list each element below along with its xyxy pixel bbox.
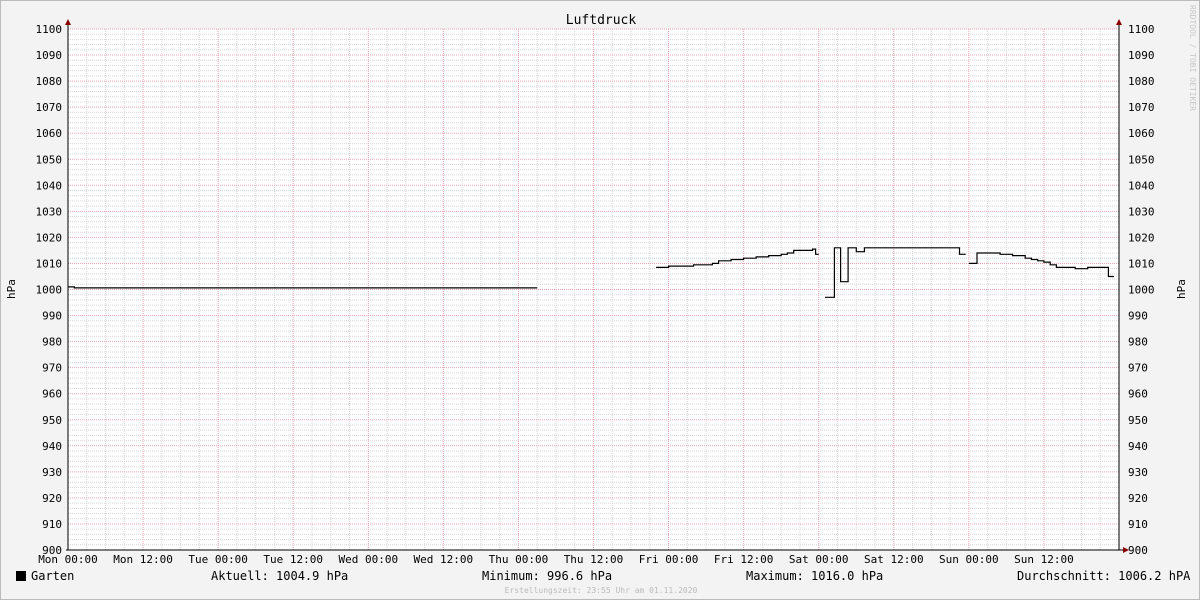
y-tick-label-left: 1020 [36, 231, 63, 244]
y-tick-label-right: 1100 [1128, 23, 1155, 36]
x-tick-label: Wed 12:00 [414, 553, 474, 566]
x-tick-label: Sun 12:00 [1014, 553, 1074, 566]
y-axis-arrow-left [65, 19, 71, 25]
x-tick-label: Tue 12:00 [263, 553, 323, 566]
y-tick-label-left: 920 [42, 492, 62, 505]
y-tick-label-right: 990 [1128, 310, 1148, 323]
y-tick-label-left: 990 [42, 310, 62, 323]
y-tick-label-left: 1060 [36, 127, 63, 140]
x-tick-label: Mon 00:00 [38, 553, 98, 566]
y-tick-label-left: 1010 [36, 257, 63, 270]
y-tick-label-right: 930 [1128, 466, 1148, 479]
y-tick-label-left: 930 [42, 466, 62, 479]
y-tick-label-right: 1030 [1128, 205, 1155, 218]
y-tick-label-left: 1040 [36, 179, 63, 192]
x-tick-label: Thu 00:00 [489, 553, 549, 566]
y-tick-label-right: 970 [1128, 362, 1148, 375]
legend: Garten Aktuell: 1004.9 hPa Minimum: 996.… [1, 569, 1200, 585]
x-tick-label: Wed 00:00 [338, 553, 398, 566]
legend-minimum: Minimum: 996.6 hPa [482, 569, 613, 583]
y-axis-arrow-right [1116, 19, 1122, 25]
x-tick-label: Fri 00:00 [639, 553, 699, 566]
y-tick-label-right: 940 [1128, 440, 1148, 453]
y-tick-label-left: 970 [42, 362, 62, 375]
x-tick-label: Fri 12:00 [714, 553, 774, 566]
watermark: RRDTOOL / TOBI OETIKER [1188, 5, 1197, 111]
chart-frame: 900 910 920 930 940 950 960 970 980 990 1000 1010 10… [0, 0, 1200, 600]
x-tick-label: Sat 00:00 [789, 553, 849, 566]
y-tick-label-right: 1000 [1128, 284, 1155, 297]
y-tick-label-left: 1000 [36, 284, 63, 297]
creation-time: Erstellungszeit: 23:55 Uhr am 01.11.2020 [504, 586, 698, 595]
y-tick-label-left: 980 [42, 336, 62, 349]
y-axis-label-left: hPa [5, 279, 18, 299]
y-tick-label-right: 950 [1128, 414, 1148, 427]
y-tick-label-right: 1080 [1128, 75, 1155, 88]
y-tick-label-right: 1010 [1128, 257, 1155, 270]
y-tick-label-left: 1100 [36, 23, 63, 36]
y-tick-label-left: 1080 [36, 75, 63, 88]
y-tick-label-right: 1050 [1128, 153, 1155, 166]
y-tick-label-left: 1030 [36, 205, 63, 218]
y-tick-label-right: 1070 [1128, 101, 1155, 114]
x-tick-label: Tue 00:00 [188, 553, 248, 566]
y-tick-label-right: 980 [1128, 336, 1148, 349]
y-tick-label-right: 900 [1128, 544, 1148, 557]
x-tick-label: Thu 12:00 [564, 553, 624, 566]
legend-current: Aktuell: 1004.9 hPa [211, 569, 349, 583]
y-tick-label-right: 1060 [1128, 127, 1155, 140]
y-tick-label-right: 1020 [1128, 231, 1155, 244]
y-tick-label-left: 950 [42, 414, 62, 427]
y-tick-label-right: 920 [1128, 492, 1148, 505]
legend-average: Durchschnitt: 1006.2 hPA [1017, 569, 1191, 583]
y-tick-label-left: 910 [42, 518, 62, 531]
y-tick-label-right: 1090 [1128, 49, 1155, 62]
y-tick-label-right: 910 [1128, 518, 1148, 531]
y-tick-label-left: 1050 [36, 153, 63, 166]
x-tick-label: Sun 00:00 [939, 553, 999, 566]
y-tick-label-left: 960 [42, 388, 62, 401]
y-tick-label-left: 1090 [36, 49, 63, 62]
y-tick-label-left: 1070 [36, 101, 63, 114]
legend-series-name: Garten [31, 569, 75, 583]
y-axis-label-right: hPa [1175, 279, 1188, 299]
y-tick-label-left: 940 [42, 440, 62, 453]
x-tick-label: Mon 12:00 [113, 553, 173, 566]
legend-swatch [16, 571, 26, 581]
legend-maximum: Maximum: 1016.0 hPa [746, 569, 884, 583]
y-tick-label-right: 1040 [1128, 179, 1155, 192]
pressure-chart: 900 910 920 930 940 950 960 970 980 990 1000 1010 10… [5, 13, 1188, 566]
x-tick-label: Sat 12:00 [864, 553, 924, 566]
chart-title: Luftdruck [566, 13, 637, 28]
y-tick-label-right: 960 [1128, 388, 1148, 401]
